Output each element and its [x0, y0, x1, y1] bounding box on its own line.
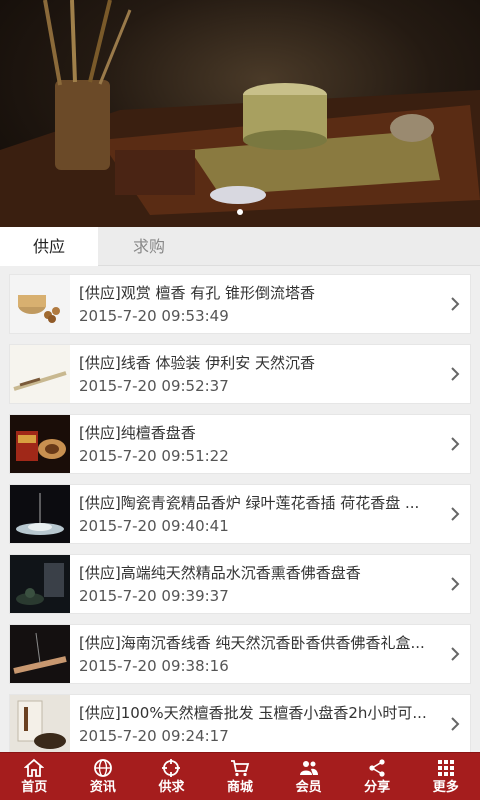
list-item[interactable]: [供应]观赏 檀香 有孔 锥形倒流塔香 2015-7-20 09:53:49: [9, 274, 471, 334]
globe-icon: [93, 759, 112, 777]
list-item[interactable]: [供应]海南沉香线香 纯天然沉香卧香供香佛香礼盒... 2015-7-20 09…: [9, 624, 471, 684]
share-icon: [369, 759, 385, 777]
nav-news[interactable]: 资讯: [69, 753, 138, 800]
product-thumbnail: [10, 415, 70, 473]
nav-share[interactable]: 分享: [343, 753, 412, 800]
tab-supply[interactable]: 供应: [0, 227, 98, 266]
grid-icon: [437, 760, 454, 776]
product-thumbnail: [10, 485, 70, 543]
item-date: 2015-7-20 09:52:37: [79, 376, 229, 395]
chevron-right-icon: [451, 297, 460, 311]
banner-pagination: [0, 200, 480, 219]
target-icon: [162, 759, 181, 777]
nav-label: 更多: [432, 780, 459, 795]
banner-image: [0, 0, 480, 227]
home-icon: [24, 758, 45, 777]
banner-slideshow[interactable]: [0, 0, 480, 227]
bottom-nav: 首页 资讯 供求 商城 会员 分享 更多: [0, 752, 480, 800]
banner-dot[interactable]: [237, 209, 243, 215]
supply-list: [供应]观赏 檀香 有孔 锥形倒流塔香 2015-7-20 09:53:49 […: [0, 266, 480, 752]
item-date: 2015-7-20 09:40:41: [79, 516, 229, 535]
product-thumbnail: [10, 695, 70, 752]
chevron-right-icon: [451, 647, 460, 661]
chevron-right-icon: [451, 507, 460, 521]
item-date: 2015-7-20 09:39:37: [79, 586, 229, 605]
list-item[interactable]: [供应]100%天然檀香批发 玉檀香小盘香2h小时可... 2015-7-20 …: [9, 694, 471, 752]
chevron-right-icon: [451, 367, 460, 381]
product-thumbnail: [10, 275, 70, 333]
item-date: 2015-7-20 09:38:16: [79, 656, 229, 675]
item-title: [供应]陶瓷青瓷精品香炉 绿叶莲花香插 荷花香盘 ...: [79, 493, 420, 512]
list-item[interactable]: [供应]陶瓷青瓷精品香炉 绿叶莲花香插 荷花香盘 ... 2015-7-20 0…: [9, 484, 471, 544]
chevron-right-icon: [451, 717, 460, 731]
item-title: [供应]线香 体验装 伊利安 天然沉香: [79, 353, 316, 372]
nav-label: 会员: [295, 780, 322, 795]
users-icon: [299, 761, 318, 775]
tab-bar: 供应 求购: [0, 227, 480, 266]
item-date: 2015-7-20 09:51:22: [79, 446, 229, 465]
nav-mall[interactable]: 商城: [206, 753, 275, 800]
item-date: 2015-7-20 09:53:49: [79, 306, 229, 325]
item-title: [供应]高端纯天然精品水沉香熏香佛香盘香: [79, 563, 361, 582]
item-title: [供应]观赏 檀香 有孔 锥形倒流塔香: [79, 283, 316, 302]
nav-member[interactable]: 会员: [274, 753, 343, 800]
nav-home[interactable]: 首页: [0, 753, 69, 800]
chevron-right-icon: [451, 577, 460, 591]
nav-label: 资讯: [89, 780, 116, 795]
nav-more[interactable]: 更多: [411, 753, 480, 800]
nav-label: 首页: [21, 780, 48, 795]
list-item[interactable]: [供应]线香 体验装 伊利安 天然沉香 2015-7-20 09:52:37: [9, 344, 471, 404]
item-date: 2015-7-20 09:24:17: [79, 726, 229, 745]
cart-icon: [231, 760, 250, 777]
item-title: [供应]海南沉香线香 纯天然沉香卧香供香佛香礼盒...: [79, 633, 425, 652]
list-item[interactable]: [供应]高端纯天然精品水沉香熏香佛香盘香 2015-7-20 09:39:37: [9, 554, 471, 614]
product-thumbnail: [10, 345, 70, 403]
product-thumbnail: [10, 625, 70, 683]
item-title: [供应]纯檀香盘香: [79, 423, 196, 442]
item-title: [供应]100%天然檀香批发 玉檀香小盘香2h小时可...: [79, 703, 427, 722]
nav-label: 分享: [364, 780, 391, 795]
nav-label: 供求: [158, 780, 185, 795]
list-item[interactable]: [供应]纯檀香盘香 2015-7-20 09:51:22: [9, 414, 471, 474]
product-thumbnail: [10, 555, 70, 613]
tab-purchase[interactable]: 求购: [98, 227, 200, 266]
nav-supply[interactable]: 供求: [137, 753, 206, 800]
chevron-right-icon: [451, 437, 460, 451]
app-root: 供应 求购 [供应]观赏 檀香 有孔 锥形倒流塔香 2015-7-20 09:5…: [0, 0, 480, 800]
nav-label: 商城: [227, 780, 254, 795]
